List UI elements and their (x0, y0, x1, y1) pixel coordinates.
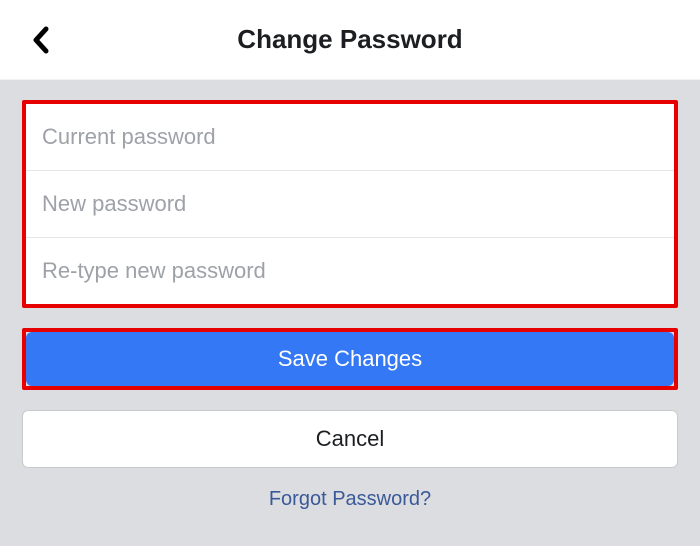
chevron-left-icon (31, 26, 49, 54)
back-button[interactable] (20, 20, 60, 60)
save-changes-button[interactable]: Save Changes (26, 332, 674, 386)
current-password-input[interactable] (26, 104, 674, 170)
input-row (26, 171, 674, 238)
password-input-group (22, 100, 678, 308)
save-button-highlight: Save Changes (22, 328, 678, 390)
forgot-password-link[interactable]: Forgot Password? (22, 488, 678, 511)
input-row (26, 104, 674, 171)
retype-password-input[interactable] (26, 238, 674, 304)
new-password-input[interactable] (26, 171, 674, 237)
input-row (26, 238, 674, 304)
content-area: Save Changes Cancel Forgot Password? (0, 80, 700, 546)
header: Change Password (0, 0, 700, 80)
cancel-button[interactable]: Cancel (22, 410, 678, 468)
page-title: Change Password (0, 24, 700, 55)
